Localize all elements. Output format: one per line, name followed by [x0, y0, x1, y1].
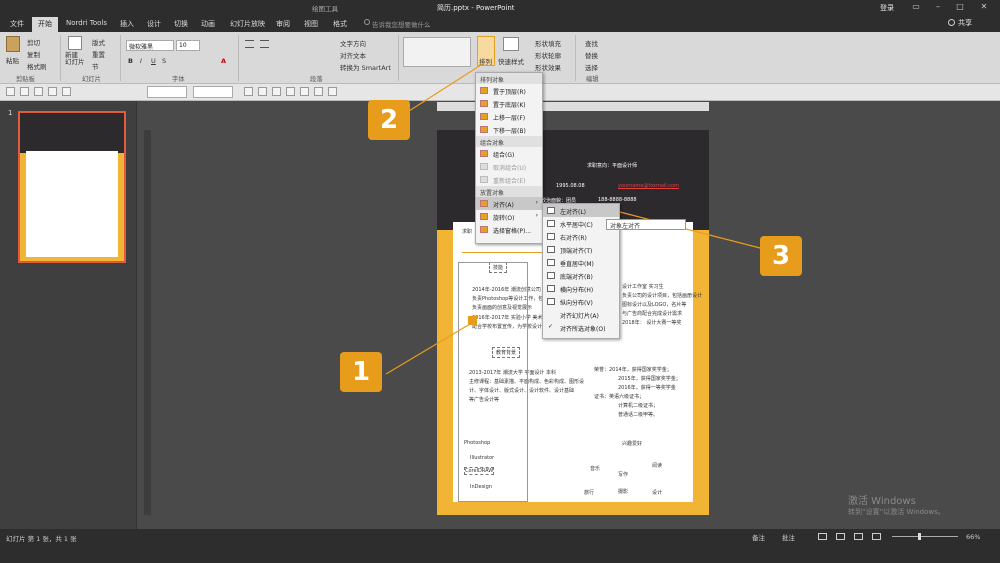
slideshow-icon[interactable]: [872, 533, 881, 540]
menu-align-to-slide[interactable]: 对齐幻灯片(A): [543, 308, 619, 321]
menu-group[interactable]: 组合(G): [476, 147, 542, 160]
menu-regroup[interactable]: 重新组合(E): [476, 173, 542, 186]
reading-view-icon[interactable]: [854, 533, 863, 540]
menu-header-group: 组合对象: [476, 136, 542, 147]
menu-ungroup[interactable]: 取消组合(U): [476, 160, 542, 173]
group-icon: [480, 150, 488, 157]
menu-bring-to-front-label: 置于顶层(R): [493, 89, 526, 96]
menu-group-label: 组合(G): [493, 152, 515, 159]
menu-align-selected[interactable]: ✓ 对齐所选对象(O): [543, 321, 619, 334]
menu-send-to-back[interactable]: 置于底层(K): [476, 97, 542, 110]
align-top-icon: [547, 246, 555, 253]
menu-selection-pane[interactable]: 选择窗格(P)...: [476, 223, 542, 236]
submenu-arrow-icon: ›: [535, 212, 538, 219]
arrange-dropdown-menu: 排列对象 置于顶层(R) 置于底层(K) 上移一层(F) 下移一层(B) 组合对…: [475, 72, 543, 244]
menu-ungroup-label: 取消组合(U): [493, 165, 527, 172]
comments-button[interactable]: 批注: [782, 532, 795, 542]
zoom-level[interactable]: 66%: [966, 533, 980, 541]
menu-align-right-label: 右对齐(R): [560, 235, 587, 242]
send-back-icon: [480, 100, 488, 107]
menu-distribute-horizontal[interactable]: 横向分布(H): [543, 282, 619, 295]
menu-bring-forward[interactable]: 上移一层(F): [476, 110, 542, 123]
notes-button[interactable]: 备注: [752, 532, 765, 542]
align-icon: [480, 200, 488, 207]
bring-front-icon: [480, 87, 488, 94]
rotate-icon: [480, 213, 488, 220]
slide-count: 幻灯片 第 1 张，共 1 张: [6, 535, 77, 543]
menu-align-right[interactable]: 右对齐(R): [543, 230, 619, 243]
menu-align-to-slide-label: 对齐幻灯片(A): [560, 313, 599, 320]
menu-align-left-label: 左对齐(L): [560, 209, 587, 216]
menu-send-backward-label: 下移一层(B): [493, 128, 526, 135]
zoom-slider-thumb[interactable]: [918, 533, 921, 540]
menu-header-order: 排列对象: [476, 73, 542, 84]
checkmark-icon: ✓: [548, 323, 554, 330]
align-right-icon: [547, 233, 555, 240]
activation-watermark-title: 激活 Windows: [848, 496, 916, 507]
menu-distribute-vertical[interactable]: 纵向分布(V): [543, 295, 619, 308]
slide-sorter-icon[interactable]: [836, 533, 845, 540]
menu-rotate[interactable]: 旋转(O) ›: [476, 210, 542, 223]
menu-align-bottom-label: 底端对齐(B): [560, 274, 593, 281]
normal-view-icon[interactable]: [818, 533, 827, 540]
callout-badge-1: 1: [340, 352, 382, 392]
ungroup-icon: [480, 163, 488, 170]
menu-align-selected-label: 对齐所选对象(O): [560, 326, 606, 333]
menu-bring-forward-label: 上移一层(F): [493, 115, 526, 122]
menu-align-label: 对齐(A): [493, 202, 514, 209]
menu-send-to-back-label: 置于底层(K): [493, 102, 526, 109]
menu-align-top-label: 顶端对齐(T): [560, 248, 593, 255]
menu-rotate-label: 旋转(O): [493, 215, 515, 222]
menu-distribute-horizontal-label: 横向分布(H): [560, 287, 594, 294]
regroup-icon: [480, 176, 488, 183]
menu-align[interactable]: 对齐(A) ›: [476, 197, 542, 210]
menu-align-middle-label: 垂直居中(M): [560, 261, 594, 268]
marker-square-1: [468, 316, 477, 325]
selection-pane-icon: [480, 226, 488, 233]
distribute-vertical-icon: [547, 298, 555, 305]
bring-forward-icon: [480, 113, 488, 120]
menu-bring-to-front[interactable]: 置于顶层(R): [476, 84, 542, 97]
menu-align-middle[interactable]: 垂直居中(M): [543, 256, 619, 269]
align-left-icon: [547, 207, 555, 214]
send-backward-icon: [480, 126, 488, 133]
menu-align-left[interactable]: 左对齐(L): [543, 204, 619, 217]
align-middle-icon: [547, 259, 555, 266]
menu-regroup-label: 重新组合(E): [493, 178, 526, 185]
menu-align-center-label: 水平居中(C): [560, 222, 593, 229]
submenu-arrow-icon: ›: [535, 199, 538, 206]
menu-align-bottom[interactable]: 底端对齐(B): [543, 269, 619, 282]
menu-distribute-vertical-label: 纵向分布(V): [560, 300, 593, 307]
tooltip: 对象左对齐: [606, 219, 686, 230]
menu-send-backward[interactable]: 下移一层(B): [476, 123, 542, 136]
activation-watermark-text: 转到“设置”以激活 Windows。: [848, 508, 945, 516]
status-bar: [0, 529, 1000, 563]
align-bottom-icon: [547, 272, 555, 279]
menu-selection-pane-label: 选择窗格(P)...: [493, 228, 532, 235]
menu-header-position: 放置对象: [476, 186, 542, 197]
callout-badge-3: 3: [760, 236, 802, 276]
zoom-slider[interactable]: [892, 536, 958, 537]
callout-badge-2: 2: [368, 100, 410, 140]
distribute-horizontal-icon: [547, 285, 555, 292]
align-center-icon: [547, 220, 555, 227]
menu-align-top[interactable]: 顶端对齐(T): [543, 243, 619, 256]
